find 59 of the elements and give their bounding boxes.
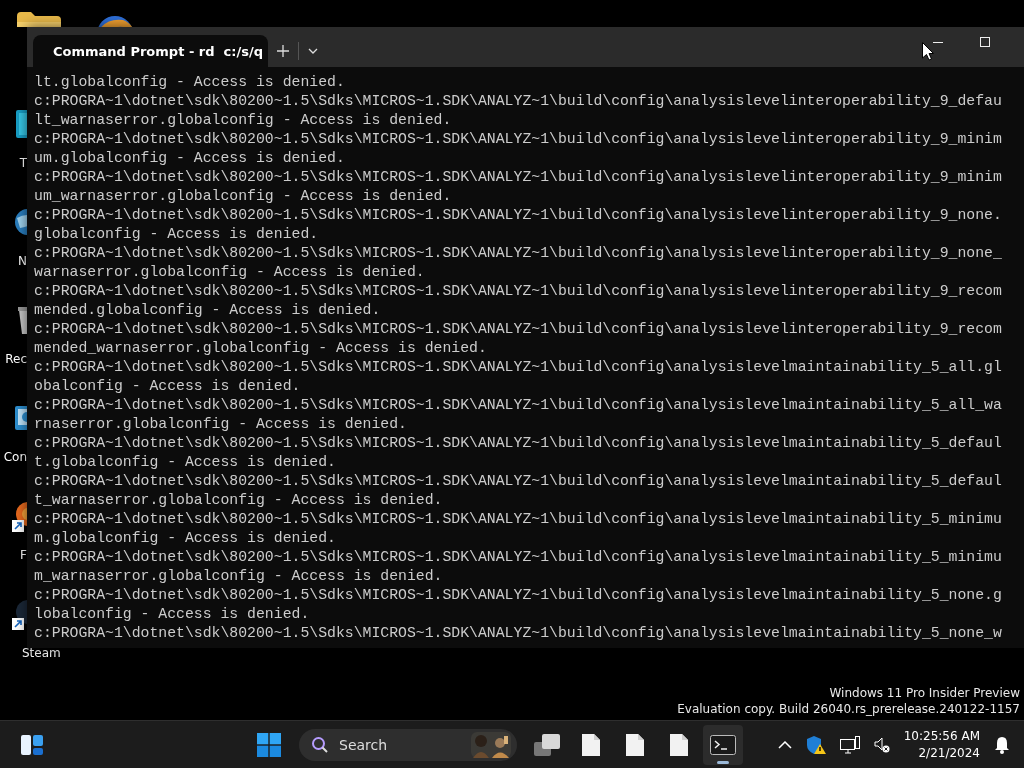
terminal-line: c:PROGRA~1\dotnet\sdk\80200~1.5\Sdks\MICROS~1.SDK\ANALYZ~1\build\config\analysislevelinteroperability_9_none_ [34,244,1002,263]
dropdown-caret-icon[interactable] [308,48,318,54]
terminal-line: c:PROGRA~1\dotnet\sdk\80200~1.5\Sdks\MICROS~1.SDK\ANALYZ~1\build\config\analysislevelinteroperability_9_minim [34,168,1002,187]
file-icon[interactable] [582,733,600,756]
terminal-line: c:PROGRA~1\dotnet\sdk\80200~1.5\Sdks\MICROS~1.SDK\ANALYZ~1\build\config\analysislevelinteroperability_9_recom [34,282,1002,301]
search-field[interactable]: Search [299,728,517,761]
bell-icon[interactable] [994,735,1010,754]
terminal-line: mended.globalconfig - Access is denied. [34,301,381,320]
file-icon[interactable] [626,733,644,756]
terminal-icon[interactable] [710,734,736,755]
terminal-line: c:PROGRA~1\dotnet\sdk\80200~1.5\Sdks\MICROS~1.SDK\ANALYZ~1\build\config\analysislevelinteroperability_9_recom [34,320,1002,339]
desktop-icon-label: T [19,156,27,170]
desktop-icon-label: Steam [22,646,61,660]
terminal-line: c:PROGRA~1\dotnet\sdk\80200~1.5\Sdks\MICROS~1.SDK\ANALYZ~1\build\config\analysislevelmaintainability_5_defaul [34,472,1002,491]
desktop-icon-label: Rec [5,352,27,366]
desktop-icon-label: F [20,548,27,562]
desktop-icon-label: N [18,254,27,268]
terminal-line: lt_warnaserror.globalconfig - Access is denied. [34,111,452,130]
terminal-line: t.globalconfig - Access is denied. [34,453,336,472]
terminal-line: c:PROGRA~1\dotnet\sdk\80200~1.5\Sdks\MICROS~1.SDK\ANALYZ~1\build\config\analysislevelinteroperability_9_none. [34,206,1002,225]
volume-muted-icon[interactable] [873,736,890,753]
shield-warning-icon[interactable] [805,734,826,755]
terminal-line: c:PROGRA~1\dotnet\sdk\80200~1.5\Sdks\MICROS~1.SDK\ANALYZ~1\build\config\analysislevelinteroperability_9_minim [34,130,1002,149]
terminal-line: c:PROGRA~1\dotnet\sdk\80200~1.5\Sdks\MICROS~1.SDK\ANALYZ~1\build\config\analysislevelmaintainability_5_minimu [34,548,1002,567]
terminal-line: um_warnaserror.globalconfig - Access is denied. [34,187,452,206]
widgets-icon[interactable] [20,732,44,757]
new-tab-icon[interactable] [277,45,289,57]
watermark-text: Evaluation copy. Build 26040.rs_prerelease.240122-1157 [677,701,1020,717]
terminal-line: t_warnaserror.globalconfig - Access is denied. [34,491,443,510]
task-view-icon[interactable] [534,733,560,756]
terminal-line: c:PROGRA~1\dotnet\sdk\80200~1.5\Sdks\MICROS~1.SDK\ANALYZ~1\build\config\analysislevelmaintainability_5_all_wa [34,396,1002,415]
network-icon[interactable] [839,735,860,754]
cursor-icon [922,42,934,61]
terminal-line: globalconfig - Access is denied. [34,225,319,244]
search-icon [311,735,329,754]
terminal-line: c:PROGRA~1\dotnet\sdk\80200~1.5\Sdks\MICROS~1.SDK\ANALYZ~1\build\config\analysislevelmaintainability_5_minimu [34,510,1002,529]
clock[interactable]: 10:25:56 AM 2/21/2024 [903,727,980,762]
terminal-line: c:PROGRA~1\dotnet\sdk\80200~1.5\Sdks\MICROS~1.SDK\ANALYZ~1\build\config\analysislevelmaintainability_5_none.g [34,586,1002,605]
terminal-line: mended_warnaserror.globalconfig - Access is denied. [34,339,487,358]
chevron-up-icon[interactable] [777,740,792,749]
watermark-text: Windows 11 Pro Insider Preview [829,685,1020,701]
terminal-line: obalconfig - Access is denied. [34,377,301,396]
terminal-line: rnaserror.globalconfig - Access is denied. [34,415,407,434]
terminal-line: c:PROGRA~1\dotnet\sdk\80200~1.5\Sdks\MICROS~1.SDK\ANALYZ~1\build\config\analysislevelmaintainability_5_all.gl [34,358,1002,377]
terminal-line: warnaserror.globalconfig - Access is denied. [34,263,425,282]
terminal-line: um.globalconfig - Access is denied. [34,149,345,168]
terminal-tab[interactable]: Command Prompt - rd c:/s/q [33,35,268,67]
maximize-icon[interactable] [980,37,990,47]
desktop-icon-label: Con [3,450,27,464]
folder-icon[interactable] [17,12,61,27]
file-icon[interactable] [670,733,688,756]
terminal-line: lt.globalconfig - Access is denied. [34,73,345,92]
terminal-line: lobalconfig - Access is denied. [34,605,310,624]
terminal-line: c:PROGRA~1\dotnet\sdk\80200~1.5\Sdks\MICROS~1.SDK\ANALYZ~1\build\config\analysislevelmaintainability_5_defaul [34,434,1002,453]
terminal-line: c:PROGRA~1\dotnet\sdk\80200~1.5\Sdks\MICROS~1.SDK\ANALYZ~1\build\config\analysislevelinteroperability_9_defau [34,92,1002,111]
terminal-line: m.globalconfig - Access is denied. [34,529,336,548]
terminal-line: m_warnaserror.globalconfig - Access is denied. [34,567,443,586]
terminal-line: c:PROGRA~1\dotnet\sdk\80200~1.5\Sdks\MICROS~1.SDK\ANALYZ~1\build\config\analysislevelmaintainability_5_none_w [34,624,1002,643]
start-icon[interactable] [257,732,281,757]
